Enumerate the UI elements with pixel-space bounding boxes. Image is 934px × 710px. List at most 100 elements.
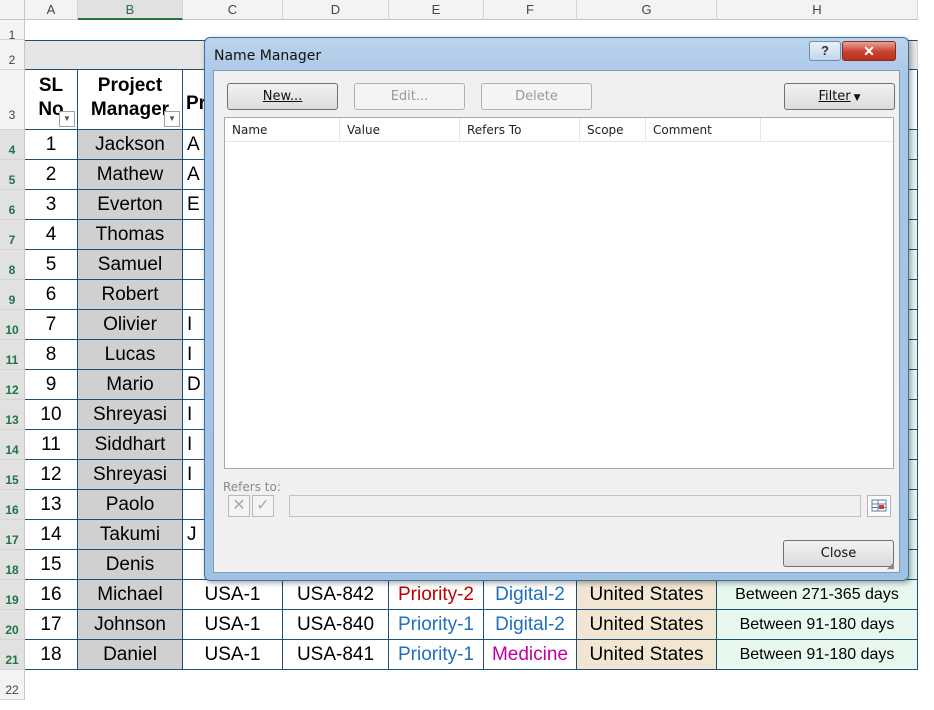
help-button[interactable]: ? <box>809 41 841 61</box>
sl-no-cell[interactable]: 5 <box>25 250 78 280</box>
column-scope-header[interactable]: Scope <box>580 118 646 142</box>
priority-cell[interactable]: Priority-1 <box>389 640 484 670</box>
project-manager-cell[interactable]: Siddhart <box>78 430 183 460</box>
row-header-2[interactable]: 2 <box>0 40 25 70</box>
category-cell[interactable]: Medicine <box>484 640 577 670</box>
country-cell[interactable]: United States <box>577 610 717 640</box>
column-header-D[interactable]: D <box>283 0 389 20</box>
row-header-11[interactable]: 11 <box>0 340 25 370</box>
column-c-cell[interactable]: USA-1 <box>183 640 283 670</box>
names-list[interactable]: Name Value Refers To Scope Comment <box>224 117 894 469</box>
project-manager-cell[interactable]: Olivier <box>78 310 183 340</box>
project-manager-cell[interactable]: Mario <box>78 370 183 400</box>
sl-no-cell[interactable]: 15 <box>25 550 78 580</box>
column-c-cell[interactable]: USA-1 <box>183 580 283 610</box>
filter-button[interactable]: Filter ▼ <box>784 83 895 110</box>
row-header-7[interactable]: 7 <box>0 220 25 250</box>
priority-cell[interactable]: Priority-1 <box>389 610 484 640</box>
close-icon[interactable]: ✕ <box>842 41 896 61</box>
column-header-G[interactable]: G <box>577 0 717 20</box>
category-cell[interactable]: Digital-2 <box>484 610 577 640</box>
row-header-20[interactable]: 20 <box>0 610 25 640</box>
sl-no-cell[interactable]: 16 <box>25 580 78 610</box>
row-header-19[interactable]: 19 <box>0 580 25 610</box>
edit-button[interactable]: Edit... <box>354 83 465 110</box>
sl-no-cell[interactable]: 8 <box>25 340 78 370</box>
project-manager-cell[interactable]: Samuel <box>78 250 183 280</box>
sl-no-cell[interactable]: 9 <box>25 370 78 400</box>
project-manager-cell[interactable]: Takumi <box>78 520 183 550</box>
row-header-14[interactable]: 14 <box>0 430 25 460</box>
project-manager-cell[interactable]: Paolo <box>78 490 183 520</box>
row-header-3[interactable]: 3 <box>0 70 25 130</box>
row-header-1[interactable]: 1 <box>0 20 25 42</box>
column-value-header[interactable]: Value <box>340 118 460 142</box>
project-manager-cell[interactable]: Johnson <box>78 610 183 640</box>
row-header-8[interactable]: 8 <box>0 250 25 280</box>
project-manager-cell[interactable]: Lucas <box>78 340 183 370</box>
row-header-6[interactable]: 6 <box>0 190 25 220</box>
sl-no-cell[interactable]: 12 <box>25 460 78 490</box>
row-header-15[interactable]: 15 <box>0 460 25 490</box>
project-manager-cell[interactable]: Robert <box>78 280 183 310</box>
project-manager-cell[interactable]: Shreyasi <box>78 400 183 430</box>
row-header-4[interactable]: 4 <box>0 130 25 160</box>
sl-no-cell[interactable]: 4 <box>25 220 78 250</box>
sl-no-cell[interactable]: 18 <box>25 640 78 670</box>
column-header-B[interactable]: B <box>78 0 183 20</box>
sl-no-cell[interactable]: 10 <box>25 400 78 430</box>
row-header-17[interactable]: 17 <box>0 520 25 550</box>
column-header-E[interactable]: E <box>389 0 484 20</box>
sl-no-cell[interactable]: 17 <box>25 610 78 640</box>
filter-dropdown-icon[interactable]: ▼ <box>164 111 180 127</box>
sl-no-cell[interactable]: 14 <box>25 520 78 550</box>
header-project-manager[interactable]: Project Manager ▼ <box>78 70 183 130</box>
sl-no-cell[interactable]: 13 <box>25 490 78 520</box>
project-manager-cell[interactable]: Mathew <box>78 160 183 190</box>
category-cell[interactable]: Digital-2 <box>484 580 577 610</box>
column-refers-to-header[interactable]: Refers To <box>460 118 580 142</box>
row-header-18[interactable]: 18 <box>0 550 25 580</box>
project-manager-cell[interactable]: Michael <box>78 580 183 610</box>
duration-cell[interactable]: Between 91-180 days <box>717 640 918 670</box>
resize-grip-icon[interactable]: ◢ <box>887 560 897 570</box>
duration-cell[interactable]: Between 91-180 days <box>717 610 918 640</box>
delete-button[interactable]: Delete <box>481 83 592 110</box>
empty-row[interactable] <box>25 670 918 696</box>
column-header-C[interactable]: C <box>183 0 283 20</box>
row-header-21[interactable]: 21 <box>0 640 25 670</box>
cancel-icon[interactable]: ✕ <box>228 495 250 517</box>
select-all-corner[interactable] <box>0 0 25 20</box>
column-name-header[interactable]: Name <box>225 118 340 142</box>
column-header-H[interactable]: H <box>717 0 918 20</box>
column-d-cell[interactable]: USA-840 <box>283 610 389 640</box>
header-sl-no[interactable]: SL No ▼ <box>25 70 78 130</box>
sl-no-cell[interactable]: 11 <box>25 430 78 460</box>
duration-cell[interactable]: Between 271-365 days <box>717 580 918 610</box>
row-header-12[interactable]: 12 <box>0 370 25 400</box>
row-header-9[interactable]: 9 <box>0 280 25 310</box>
country-cell[interactable]: United States <box>577 580 717 610</box>
collapse-dialog-icon[interactable] <box>867 495 891 517</box>
column-d-cell[interactable]: USA-842 <box>283 580 389 610</box>
refers-to-input[interactable] <box>289 495 861 517</box>
close-button[interactable]: Close <box>783 540 894 567</box>
new-button[interactable]: New... <box>227 83 338 110</box>
sl-no-cell[interactable]: 6 <box>25 280 78 310</box>
project-manager-cell[interactable]: Thomas <box>78 220 183 250</box>
sl-no-cell[interactable]: 7 <box>25 310 78 340</box>
project-manager-cell[interactable]: Denis <box>78 550 183 580</box>
row-header-13[interactable]: 13 <box>0 400 25 430</box>
column-c-cell[interactable]: USA-1 <box>183 610 283 640</box>
row-header-5[interactable]: 5 <box>0 160 25 190</box>
priority-cell[interactable]: Priority-2 <box>389 580 484 610</box>
column-header-F[interactable]: F <box>484 0 577 20</box>
project-manager-cell[interactable]: Jackson <box>78 130 183 160</box>
column-header-A[interactable]: A <box>25 0 78 20</box>
confirm-icon[interactable]: ✓ <box>252 495 274 517</box>
sl-no-cell[interactable]: 3 <box>25 190 78 220</box>
sl-no-cell[interactable]: 1 <box>25 130 78 160</box>
column-comment-header[interactable]: Comment <box>646 118 761 142</box>
column-d-cell[interactable]: USA-841 <box>283 640 389 670</box>
project-manager-cell[interactable]: Everton <box>78 190 183 220</box>
